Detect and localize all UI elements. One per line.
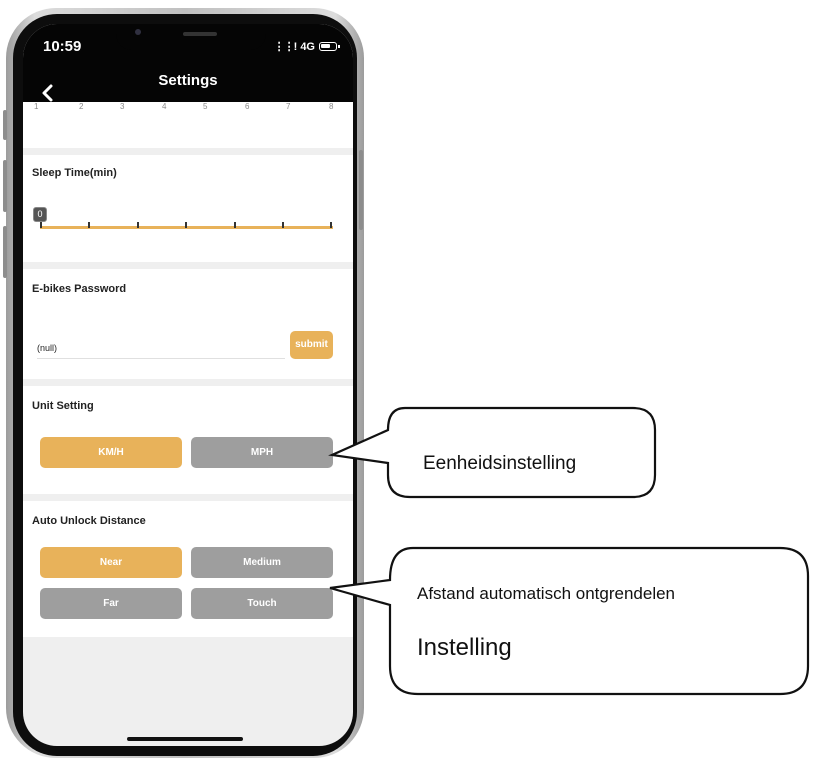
distance-far-button[interactable]: Far <box>40 588 182 619</box>
home-indicator[interactable] <box>127 737 243 741</box>
scale-tick-label: 8 <box>329 102 334 111</box>
scale-tick-label: 1 <box>34 102 39 111</box>
scale-ticks: 1 2 3 4 5 6 7 8 <box>23 102 353 116</box>
distance-medium-button[interactable]: Medium <box>191 547 333 578</box>
auto-unlock-title: Auto Unlock Distance <box>32 515 146 527</box>
password-section: E-bikes Password <box>23 269 353 379</box>
unit-setting-title: Unit Setting <box>32 400 94 412</box>
slider-tick <box>282 222 284 228</box>
scale-tick-label: 3 <box>120 102 125 111</box>
phone-screen: 10:59 ⋮⋮! 4G Settings 1 2 3 4 5 6 7 8 Sl… <box>23 24 353 746</box>
status-indicators: ⋮⋮! 4G <box>273 40 340 53</box>
slider-thumb[interactable]: 0 <box>33 207 47 222</box>
unit-kmh-button[interactable]: KM/H <box>40 437 182 468</box>
distance-near-button[interactable]: Near <box>40 547 182 578</box>
speaker-icon <box>183 32 217 36</box>
submit-button[interactable]: submit <box>290 331 333 359</box>
camera-icon <box>135 29 141 35</box>
scale-tick-label: 5 <box>203 102 208 111</box>
page-title: Settings <box>158 72 218 89</box>
callout-distance-text-line2: Instelling <box>417 634 512 661</box>
volume-up-button <box>3 160 7 212</box>
notch <box>116 24 266 50</box>
network-type: 4G <box>300 40 315 53</box>
sleep-time-section: Sleep Time(min) <box>23 155 353 262</box>
slider-tick <box>185 222 187 228</box>
slider-tick <box>88 222 90 228</box>
power-button <box>359 150 363 230</box>
password-input[interactable]: (null) <box>37 340 285 359</box>
slider-tick <box>137 222 139 228</box>
callout-distance-bubble <box>329 546 810 696</box>
sleep-time-slider[interactable] <box>40 222 333 229</box>
slider-tick <box>330 222 332 228</box>
scale-tick-label: 2 <box>79 102 84 111</box>
scale-tick-label: 7 <box>286 102 291 111</box>
slider-tick <box>234 222 236 228</box>
callout-distance-text-line1: Afstand automatisch ontgrendelen <box>417 584 676 603</box>
scale-tick-label: 6 <box>245 102 250 111</box>
battery-icon <box>319 42 340 51</box>
sleep-time-title: Sleep Time(min) <box>32 167 117 179</box>
slider-tick <box>40 222 42 228</box>
unit-mph-button[interactable]: MPH <box>191 437 333 468</box>
status-time: 10:59 <box>43 38 82 55</box>
volume-down-button <box>3 226 7 278</box>
distance-touch-button[interactable]: Touch <box>191 588 333 619</box>
signal-icon: ⋮⋮! <box>273 41 298 53</box>
scale-tick-label: 4 <box>162 102 167 111</box>
callout-unit-text: Eenheidsinstelling <box>423 453 577 474</box>
password-title: E-bikes Password <box>32 283 127 295</box>
scale-section: 1 2 3 4 5 6 7 8 <box>23 102 353 148</box>
mute-switch <box>3 110 7 140</box>
